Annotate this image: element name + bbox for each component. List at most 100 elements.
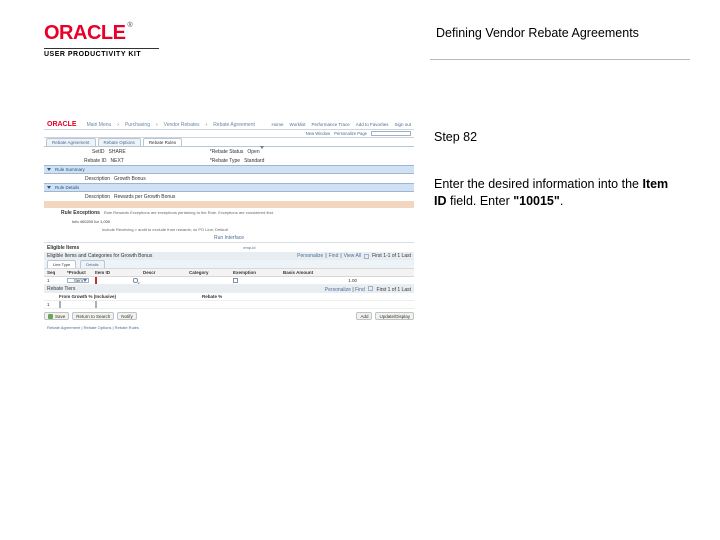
- rule-details-row: Description Rewards per Growth Bonus: [44, 192, 414, 201]
- subtab-details[interactable]: Details: [80, 260, 104, 268]
- crumb-purchasing[interactable]: Purchasing: [125, 122, 150, 128]
- nav-signout[interactable]: Sign out: [394, 122, 411, 127]
- run-interface-link[interactable]: Run Interface: [214, 235, 244, 241]
- tiers-find[interactable]: Find: [355, 287, 365, 293]
- save-button[interactable]: Save: [44, 312, 69, 320]
- grid-find[interactable]: Find: [329, 253, 339, 259]
- rule-exceptions-info: Info 400200 for 1,000: [44, 217, 414, 225]
- nav-home[interactable]: Home: [272, 122, 284, 127]
- tier-rebate-input[interactable]: [95, 301, 97, 308]
- grid-personalize[interactable]: Personalize: [297, 253, 323, 259]
- exemption-checkbox[interactable]: [233, 278, 238, 283]
- page-title: Defining Vendor Rebate Agreements: [430, 20, 690, 40]
- eligible-subtabs: Line Type Details: [44, 260, 414, 268]
- col-seq: Seq: [44, 269, 64, 276]
- footer-buttons: Save Return to Search Notify Add Update/…: [44, 309, 414, 323]
- nav-worklist[interactable]: Worklist: [290, 122, 306, 127]
- tab-rebate-rules[interactable]: Rebate Rules: [143, 138, 182, 146]
- col-lookup: [130, 269, 140, 276]
- nav-fav[interactable]: Add to Favorites: [356, 122, 389, 127]
- type-row: Rebate ID NEXT *Rebate Type Standard: [44, 156, 414, 165]
- rebate-tiers-columns: From Growth % (Inclusive) Rebate %: [44, 293, 414, 301]
- instruction-part1: Enter the desired information into the: [434, 177, 642, 191]
- setid-value: SHARE: [109, 149, 126, 155]
- cell-basis: 1.00: [280, 278, 360, 283]
- id-row: SetID SHARE *Rebate Status Open: [44, 147, 414, 156]
- orange-divider: [44, 201, 414, 208]
- status-dropdown[interactable]: Open: [247, 149, 275, 155]
- item-id-input[interactable]: [95, 277, 97, 284]
- details-desc-label: Description: [85, 194, 110, 200]
- rule-summary-bar[interactable]: Rule Summary: [44, 165, 414, 174]
- mini-oracle-logo: ORACLE: [47, 121, 77, 128]
- tiers-personalize[interactable]: Personalize: [325, 287, 351, 293]
- logo-divider: [44, 48, 159, 49]
- quick-search-input[interactable]: [371, 131, 411, 136]
- eligible-title-row: Eligible Items emp-id: [44, 243, 414, 252]
- save-icon: [48, 314, 53, 319]
- tiers-range: First 1 of 1 Last: [377, 287, 411, 293]
- col-category: Category: [186, 269, 230, 276]
- instruction-part2: field. Enter: [447, 194, 514, 208]
- rule-summary-row: Description Growth Bonus: [44, 174, 414, 183]
- type-value: Standard: [244, 158, 264, 164]
- crumb-main[interactable]: Main Menu: [87, 122, 112, 128]
- oracle-logo: ORACLE ®: [44, 22, 194, 45]
- col-product: *Product: [64, 269, 92, 276]
- crumb-rebate-agreement[interactable]: Rebate Agreement: [213, 122, 255, 128]
- app-sub-bar: New Window Personalize Page: [44, 130, 414, 138]
- tier-col-from: From Growth % (Inclusive): [56, 294, 119, 299]
- col-exemption: Exemption: [230, 269, 280, 276]
- product-dropdown[interactable]: Item: [67, 278, 89, 283]
- eligible-grid-row: 1 Item 1.00: [44, 277, 414, 285]
- lookup-icon[interactable]: [133, 278, 138, 283]
- update-button[interactable]: Update/Display: [375, 312, 414, 320]
- exceptions-note2: Include Receiving > audit to exclude fro…: [102, 227, 228, 232]
- instruction-value: "10015": [513, 194, 560, 208]
- footer-links[interactable]: Rebate Agreement | Rebate Options | Reba…: [44, 323, 414, 332]
- tiers-grid-icon[interactable]: [368, 286, 373, 291]
- eligible-grid-header: Seq *Product Item ID Descr Category Exem…: [44, 268, 414, 277]
- collapse-icon: [47, 186, 51, 189]
- crumb-vendor-rebates[interactable]: Vendor Rebates: [164, 122, 200, 128]
- subtab-line-type[interactable]: Line Type: [47, 260, 76, 268]
- col-descr: Descr: [140, 269, 186, 276]
- tab-rebate-agreement[interactable]: Rebate Agreement: [46, 138, 96, 146]
- grid-viewall[interactable]: View All: [344, 253, 361, 259]
- main-tabs: Rebate Agreement Rebate Options Rebate R…: [44, 138, 414, 147]
- personalize-link[interactable]: Personalize Page: [334, 131, 367, 136]
- add-button[interactable]: Add: [356, 312, 372, 320]
- exceptions-info-value: Info 400200 for 1,000: [72, 219, 110, 224]
- eligible-section-header: Eligible Items and Categories for Growth…: [44, 252, 414, 260]
- eligible-subtitle: Eligible Items and Categories for Growth…: [47, 253, 152, 259]
- rule-details-title: Rule Details: [55, 185, 79, 190]
- rule-details-bar[interactable]: Rule Details: [44, 183, 414, 192]
- emp-id-link: emp-id: [243, 245, 255, 250]
- new-window-link[interactable]: New Window: [306, 131, 330, 136]
- rule-exceptions-note1: Rule Rewards Exceptions are exceptions p…: [104, 210, 274, 215]
- run-interface-row: Run Interface: [44, 233, 414, 242]
- col-item-id: Item ID: [92, 269, 130, 276]
- notify-button[interactable]: Notify: [117, 312, 137, 320]
- eligible-items-title: Eligible Items: [47, 245, 79, 251]
- app-screenshot: ORACLE Main Menu› Purchasing› Vendor Reb…: [44, 120, 414, 380]
- nav-perf-trace[interactable]: Performance Trace: [311, 122, 349, 127]
- oracle-logo-block: ORACLE ® USER PRODUCTIVITY KIT: [44, 22, 194, 58]
- tier-col-rebate: Rebate %: [199, 294, 225, 299]
- return-button[interactable]: Return to Search: [72, 312, 114, 320]
- rebate-tiers-header: Rebate Tiers Personalize | Find First 1 …: [44, 285, 414, 293]
- summary-desc-label: Description: [85, 176, 110, 182]
- logo-subtitle: USER PRODUCTIVITY KIT: [44, 51, 194, 58]
- rebate-tiers-row: 1: [44, 301, 414, 309]
- grid-icon[interactable]: [364, 254, 369, 259]
- tab-rebate-options[interactable]: Rebate Options: [98, 138, 141, 146]
- instruction-text: Enter the desired information into the I…: [434, 176, 674, 210]
- tier-from-input[interactable]: [59, 301, 61, 308]
- cell-seq: 1: [44, 278, 64, 283]
- grid-range: First 1-1 of 1 Last: [372, 253, 411, 259]
- instruction-part3: .: [560, 194, 563, 208]
- trademark-icon: ®: [127, 22, 132, 29]
- rebate-id-label: Rebate ID: [84, 158, 107, 164]
- header-strip: Defining Vendor Rebate Agreements: [430, 20, 690, 60]
- col-basis: Basis Amount: [280, 269, 336, 276]
